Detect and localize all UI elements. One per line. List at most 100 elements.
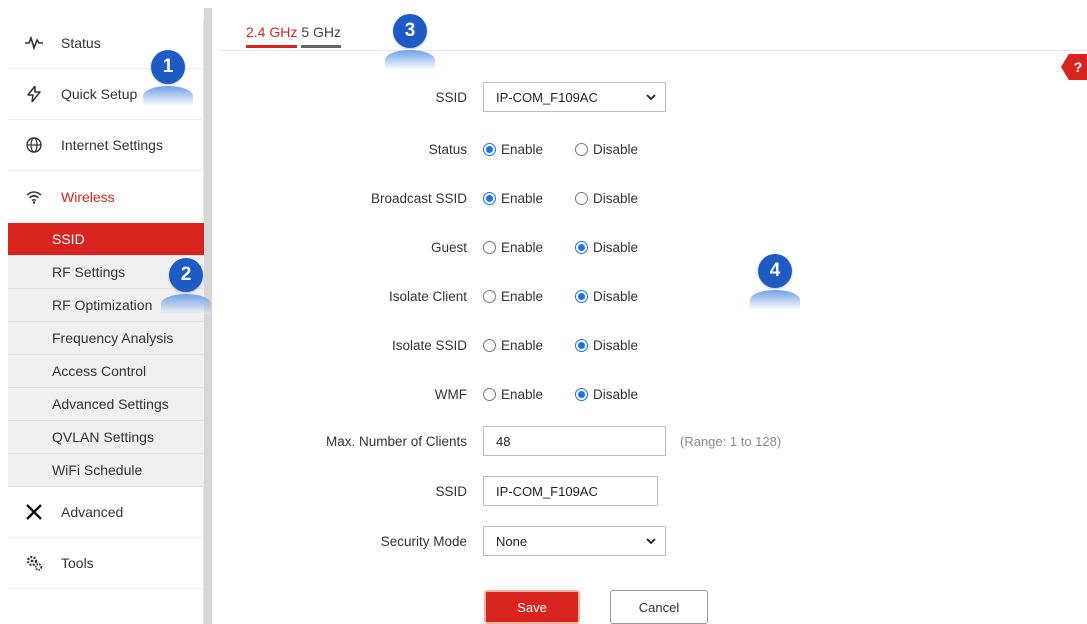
isolate-ssid-row: Isolate SSID Enable Disable: [220, 330, 920, 360]
status-radio-group: Enable Disable: [483, 142, 638, 157]
guest-disable-radio[interactable]: Disable: [575, 240, 638, 255]
tab-5-ghz[interactable]: 5 GHz: [301, 24, 342, 48]
submenu-label: WiFi Schedule: [52, 462, 143, 478]
tools-cross-icon: [25, 503, 43, 521]
sidebar-item-tools[interactable]: Tools: [8, 538, 204, 589]
sidebar-item-label: Quick Setup: [61, 86, 138, 102]
sidebar-item-label: Advanced: [61, 504, 124, 520]
select-value: IP-COM_F109AC: [496, 89, 598, 105]
band-tabs: 2.4 GHz 5 GHz: [246, 24, 345, 48]
field-label: Isolate SSID: [391, 337, 467, 353]
callout-halo: [161, 294, 211, 314]
select-value: None: [496, 533, 528, 549]
callout-marker: 4: [750, 254, 800, 310]
status-disable-radio[interactable]: Disable: [575, 142, 638, 157]
submenu-item-access-control[interactable]: Access Control: [8, 355, 204, 388]
submenu-label: SSID: [52, 231, 85, 247]
wmf-disable-radio[interactable]: Disable: [575, 387, 638, 402]
sidebar-item-label: Wireless: [61, 188, 115, 205]
submenu-item-frequency-analysis[interactable]: Frequency Analysis: [8, 322, 204, 355]
isolate-ssid-disable-radio[interactable]: Disable: [575, 338, 638, 353]
sidebar-item-label: Status: [61, 35, 101, 51]
callout-halo: [143, 86, 193, 106]
bolt-icon: [25, 85, 43, 103]
router-admin-page: Status Quick Setup Internet Settings Wir…: [0, 0, 1087, 624]
isolate-ssid-enable-radio[interactable]: Enable: [483, 338, 543, 353]
submenu-item-qvlan-settings[interactable]: QVLAN Settings: [8, 421, 204, 454]
max-clients-input[interactable]: 48: [483, 426, 666, 456]
isolate-client-enable-radio[interactable]: Enable: [483, 289, 543, 304]
security-mode-row: Security Mode None: [220, 526, 920, 556]
wmf-enable-radio[interactable]: Enable: [483, 387, 543, 402]
input-value: IP-COM_F109AC: [496, 483, 598, 499]
security-mode-select[interactable]: None: [483, 526, 666, 556]
callout-marker: 1: [143, 50, 193, 106]
field-label: Max. Number of Clients: [325, 433, 467, 449]
submenu-label: RF Settings: [52, 264, 126, 280]
field-label: Guest: [430, 239, 467, 255]
guest-row: Guest Enable Disable: [220, 232, 920, 262]
sidebar-scrollbar[interactable]: [204, 8, 212, 624]
ssid-input-row: SSID IP-COM_F109AC: [220, 476, 920, 506]
chevron-down-icon: [646, 538, 656, 545]
status-enable-radio[interactable]: Enable: [483, 142, 543, 157]
wifi-icon: [25, 188, 43, 206]
tab-2-4-ghz[interactable]: 2.4 GHz: [246, 24, 298, 48]
callout-number: 1: [151, 50, 185, 84]
input-value: 48: [496, 433, 511, 449]
broadcast-ssid-disable-radio[interactable]: Disable: [575, 191, 638, 206]
chevron-down-icon: [646, 94, 656, 101]
submenu-label: QVLAN Settings: [52, 429, 154, 445]
sidebar: Status Quick Setup Internet Settings Wir…: [8, 18, 204, 624]
callout-halo: [385, 50, 435, 70]
pulse-icon: [25, 34, 43, 52]
guest-radio-group: Enable Disable: [483, 240, 638, 255]
globe-icon: [25, 136, 43, 154]
field-label: Isolate Client: [388, 288, 467, 304]
sidebar-item-label: Tools: [61, 555, 94, 571]
guest-enable-radio[interactable]: Enable: [483, 240, 543, 255]
isolate-client-disable-radio[interactable]: Disable: [575, 289, 638, 304]
submenu-label: RF Optimization: [52, 297, 153, 313]
submenu-item-ssid[interactable]: SSID: [8, 223, 204, 256]
cancel-button[interactable]: Cancel: [610, 590, 708, 624]
sidebar-item-label: Internet Settings: [61, 137, 163, 153]
callout-number: 4: [758, 254, 792, 288]
isolate-client-row: Isolate Client Enable Disable: [220, 281, 920, 311]
ssid-select-row: SSID IP-COM_F109AC: [220, 82, 920, 112]
help-icon[interactable]: ?: [1061, 54, 1087, 80]
callout-marker: 3: [385, 14, 435, 70]
max-clients-row: Max. Number of Clients 48 (Range: 1 to 1…: [220, 426, 920, 456]
sidebar-item-wireless[interactable]: Wireless: [8, 171, 204, 222]
save-button[interactable]: Save: [484, 590, 580, 624]
callout-halo: [750, 290, 800, 310]
wmf-radio-group: Enable Disable: [483, 387, 638, 402]
field-label: SSID: [435, 89, 467, 105]
submenu-item-advanced-settings[interactable]: Advanced Settings: [8, 388, 204, 421]
ssid-input[interactable]: IP-COM_F109AC: [483, 476, 658, 506]
field-label: Status: [428, 141, 467, 157]
broadcast-ssid-radio-group: Enable Disable: [483, 191, 638, 206]
tab-divider: [220, 50, 1087, 51]
callout-marker: 2: [161, 258, 211, 314]
isolate-ssid-radio-group: Enable Disable: [483, 338, 638, 353]
status-row: Status Enable Disable: [220, 134, 920, 164]
ssid-select[interactable]: IP-COM_F109AC: [483, 82, 666, 112]
field-label: SSID: [435, 483, 467, 499]
broadcast-ssid-row: Broadcast SSID Enable Disable: [220, 183, 920, 213]
submenu-label: Frequency Analysis: [52, 330, 174, 346]
gears-icon: [25, 554, 43, 572]
broadcast-ssid-enable-radio[interactable]: Enable: [483, 191, 543, 206]
wmf-row: WMF Enable Disable: [220, 379, 920, 409]
sidebar-item-advanced[interactable]: Advanced: [8, 487, 204, 538]
callout-number: 2: [169, 258, 203, 292]
sidebar-item-internet-settings[interactable]: Internet Settings: [8, 120, 204, 171]
field-label: WMF: [434, 386, 467, 402]
field-label: Broadcast SSID: [370, 190, 467, 206]
submenu-label: Access Control: [52, 363, 147, 379]
callout-number: 3: [393, 14, 427, 48]
field-label: Security Mode: [380, 533, 467, 549]
range-hint: (Range: 1 to 128): [680, 433, 782, 449]
isolate-client-radio-group: Enable Disable: [483, 289, 638, 304]
submenu-item-wifi-schedule[interactable]: WiFi Schedule: [8, 454, 204, 487]
